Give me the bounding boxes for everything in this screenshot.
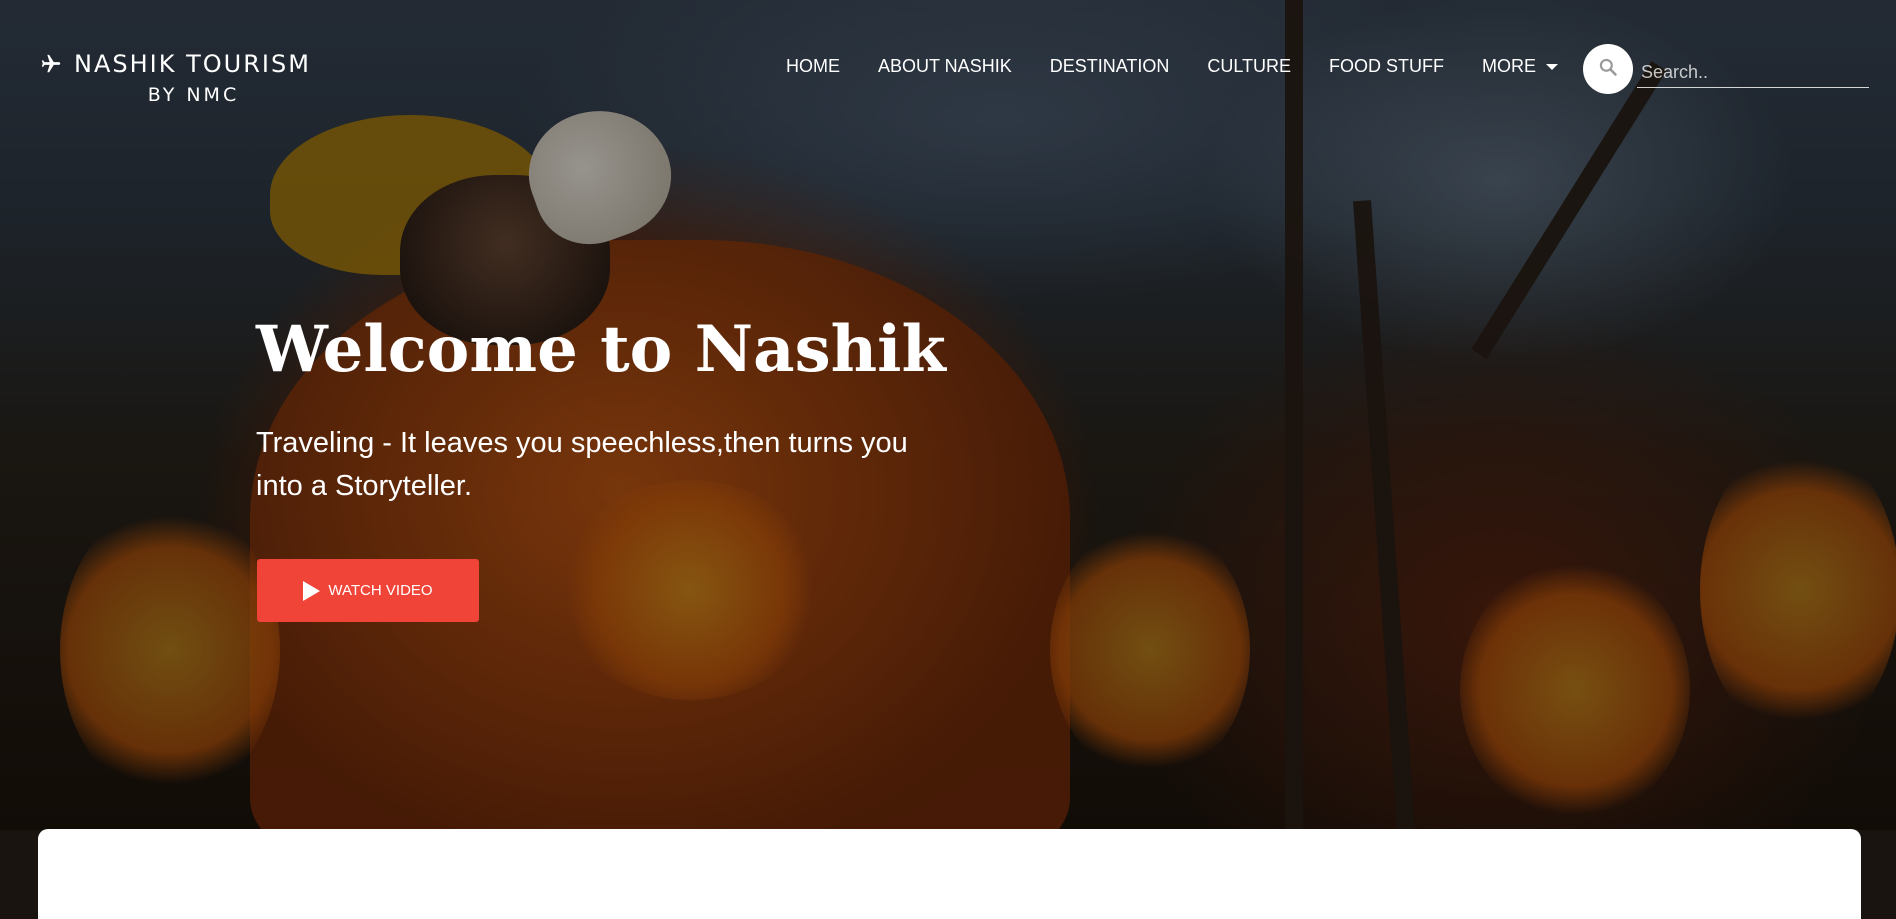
hero-subtitle: Traveling - It leaves you speechless,the… bbox=[256, 427, 908, 502]
nav-destination[interactable]: DESTINATION bbox=[1050, 56, 1170, 77]
nav-more-label: MORE bbox=[1482, 56, 1537, 76]
brand-subtitle: BY NMC bbox=[147, 84, 240, 106]
search-button[interactable] bbox=[1583, 44, 1633, 94]
hero-title: Welcome to Nashik bbox=[256, 312, 946, 387]
watch-video-label: WATCH VIDEO bbox=[328, 582, 433, 599]
brand-title-row: NASHIK TOURISM bbox=[40, 50, 311, 78]
nav-culture[interactable]: CULTURE bbox=[1207, 56, 1291, 77]
play-icon bbox=[303, 580, 321, 601]
nav-home[interactable]: HOME bbox=[786, 56, 840, 77]
search-input[interactable] bbox=[1637, 57, 1869, 88]
airplane-icon bbox=[40, 53, 62, 75]
nav-about-nashik[interactable]: ABOUT NASHIK bbox=[878, 56, 1012, 77]
brand-title: NASHIK TOURISM bbox=[74, 50, 311, 78]
nav-more-dropdown[interactable]: MORE bbox=[1482, 56, 1559, 77]
search-icon bbox=[1598, 57, 1618, 81]
caret-down-icon bbox=[1546, 63, 1559, 70]
watch-video-button[interactable]: WATCH VIDEO bbox=[257, 559, 479, 622]
nav-food-stuff[interactable]: FOOD STUFF bbox=[1329, 56, 1444, 77]
hero-background bbox=[0, 0, 1896, 830]
main-nav: HOME ABOUT NASHIK DESTINATION CULTURE FO… bbox=[786, 56, 1596, 77]
content-card bbox=[38, 829, 1861, 919]
hero-dark-overlay bbox=[0, 0, 1896, 830]
brand-logo[interactable]: NASHIK TOURISM BY NMC bbox=[40, 50, 311, 106]
